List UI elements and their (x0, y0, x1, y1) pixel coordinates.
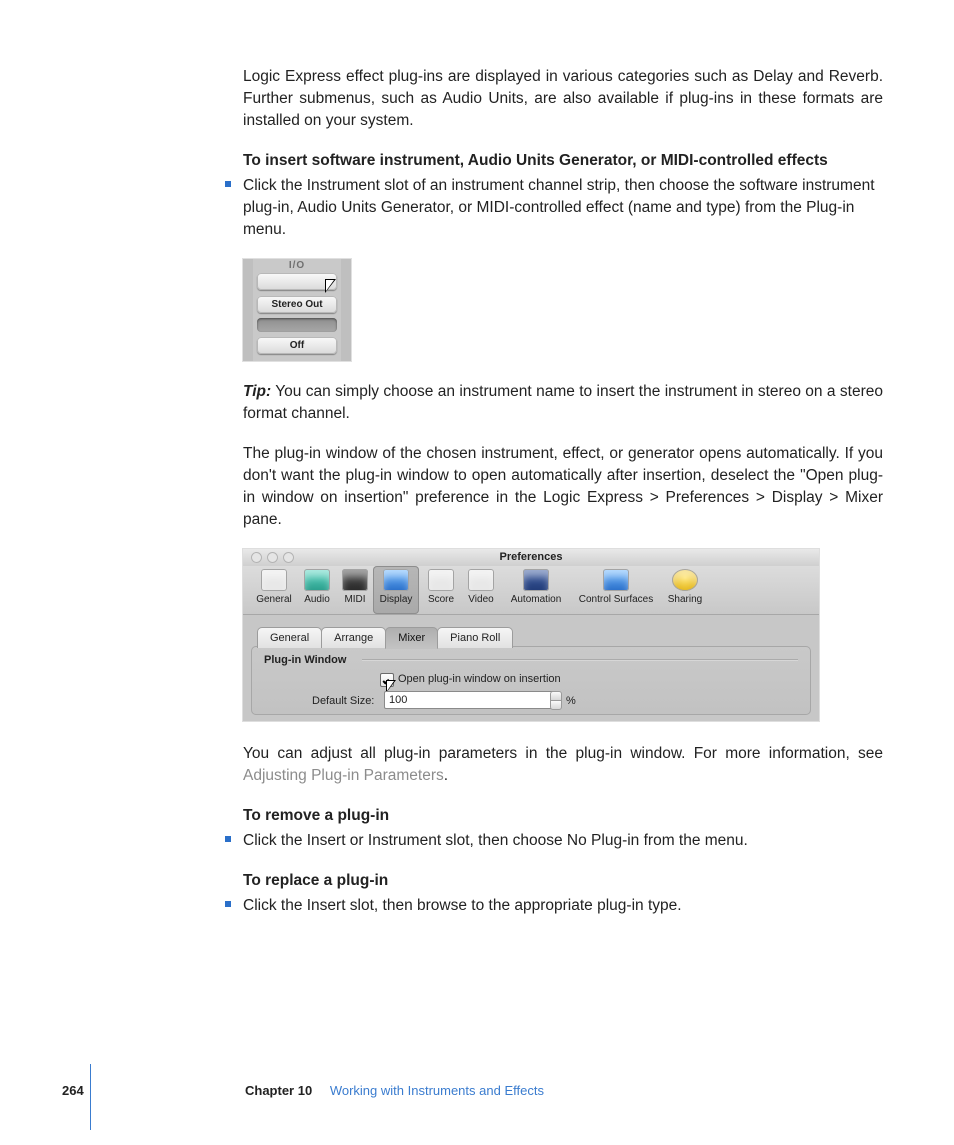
bullet-icon (225, 901, 231, 907)
bullet-icon (225, 836, 231, 842)
toolbar-video[interactable]: Video (463, 569, 499, 607)
toolbar-automation[interactable]: Automation (505, 569, 567, 607)
heading-remove-plugin: To remove a plug-in (243, 805, 883, 827)
bullet-text: Click the Instrument slot of an instrume… (243, 177, 875, 238)
intro-paragraph: Logic Express effect plug-ins are displa… (243, 66, 883, 132)
heading-replace-plugin: To replace a plug-in (243, 870, 883, 892)
subtab-arrange[interactable]: Arrange (321, 627, 386, 648)
tip-text: You can simply choose an instrument name… (243, 383, 883, 422)
group-plugin-window: Plug-in Window (264, 653, 346, 669)
default-size-field[interactable]: 100 (384, 691, 558, 709)
prefs-title: Preferences (500, 551, 563, 563)
io-off-button[interactable]: Off (257, 337, 337, 354)
subtab-general[interactable]: General (257, 627, 322, 648)
checkbox-label: Open plug-in window on insertion (398, 672, 561, 688)
link-adjusting-parameters[interactable]: Adjusting Plug-in Parameters (243, 767, 444, 784)
page-number: 264 (62, 1083, 84, 1098)
toolbar-general[interactable]: General (253, 569, 295, 607)
io-header: I/O (253, 259, 341, 273)
window-zoom-icon[interactable] (283, 552, 294, 563)
group-divider (362, 659, 798, 660)
io-output-slot[interactable]: Stereo Out (257, 296, 337, 313)
bullet-remove-plugin: Click the Insert or Instrument slot, the… (243, 830, 883, 852)
io-instrument-slot[interactable] (257, 273, 337, 290)
subtab-piano-roll[interactable]: Piano Roll (437, 627, 513, 648)
bullet-icon (225, 181, 231, 187)
page-content: Logic Express effect plug-ins are displa… (243, 66, 883, 935)
chapter-label: Chapter 10 (245, 1083, 312, 1098)
toolbar-sharing[interactable]: Sharing (663, 569, 707, 607)
adjust-params-paragraph: You can adjust all plug-in parameters in… (243, 743, 883, 787)
prefs-subtabs: General Arrange Mixer Piano Roll (257, 626, 512, 646)
preferences-screenshot: Preferences General Audio MIDI Display S… (243, 549, 819, 721)
prefs-titlebar: Preferences (243, 549, 819, 567)
footer-rule (90, 1064, 91, 1130)
toolbar-score[interactable]: Score (423, 569, 459, 607)
bullet-text: Click the Insert slot, then browse to th… (243, 897, 682, 914)
default-size-stepper[interactable] (550, 691, 560, 709)
bullet-replace-plugin: Click the Insert slot, then browse to th… (243, 895, 883, 917)
tip-label: Tip: (243, 383, 271, 400)
page-footer: 264 Chapter 10 Working with Instruments … (62, 1082, 822, 1100)
toolbar-display[interactable]: Display (373, 566, 419, 614)
heading-insert-instrument: To insert software instrument, Audio Uni… (243, 150, 883, 172)
bullet-insert-instrument: Click the Instrument slot of an instrume… (243, 175, 883, 241)
plugin-window-paragraph: The plug-in window of the chosen instrum… (243, 443, 883, 531)
chapter-title: Working with Instruments and Effects (330, 1083, 544, 1098)
default-size-label: Default Size: (312, 694, 374, 710)
toolbar-control-surfaces[interactable]: Control Surfaces (573, 569, 659, 607)
subtab-mixer[interactable]: Mixer (385, 627, 438, 649)
toolbar-audio[interactable]: Audio (299, 569, 335, 607)
tip-paragraph: Tip: You can simply choose an instrument… (243, 381, 883, 425)
bullet-text: Click the Insert or Instrument slot, the… (243, 832, 748, 849)
io-gap (257, 318, 337, 332)
toolbar-midi[interactable]: MIDI (339, 569, 371, 607)
io-strip-screenshot: I/O Stereo Out Off (243, 259, 351, 361)
prefs-panel: Plug-in Window Open plug-in window on in… (251, 646, 811, 715)
window-minimize-icon[interactable] (267, 552, 278, 563)
window-close-icon[interactable] (251, 552, 262, 563)
percent-label: % (566, 694, 576, 710)
prefs-toolbar: General Audio MIDI Display Score Video A… (243, 566, 819, 615)
